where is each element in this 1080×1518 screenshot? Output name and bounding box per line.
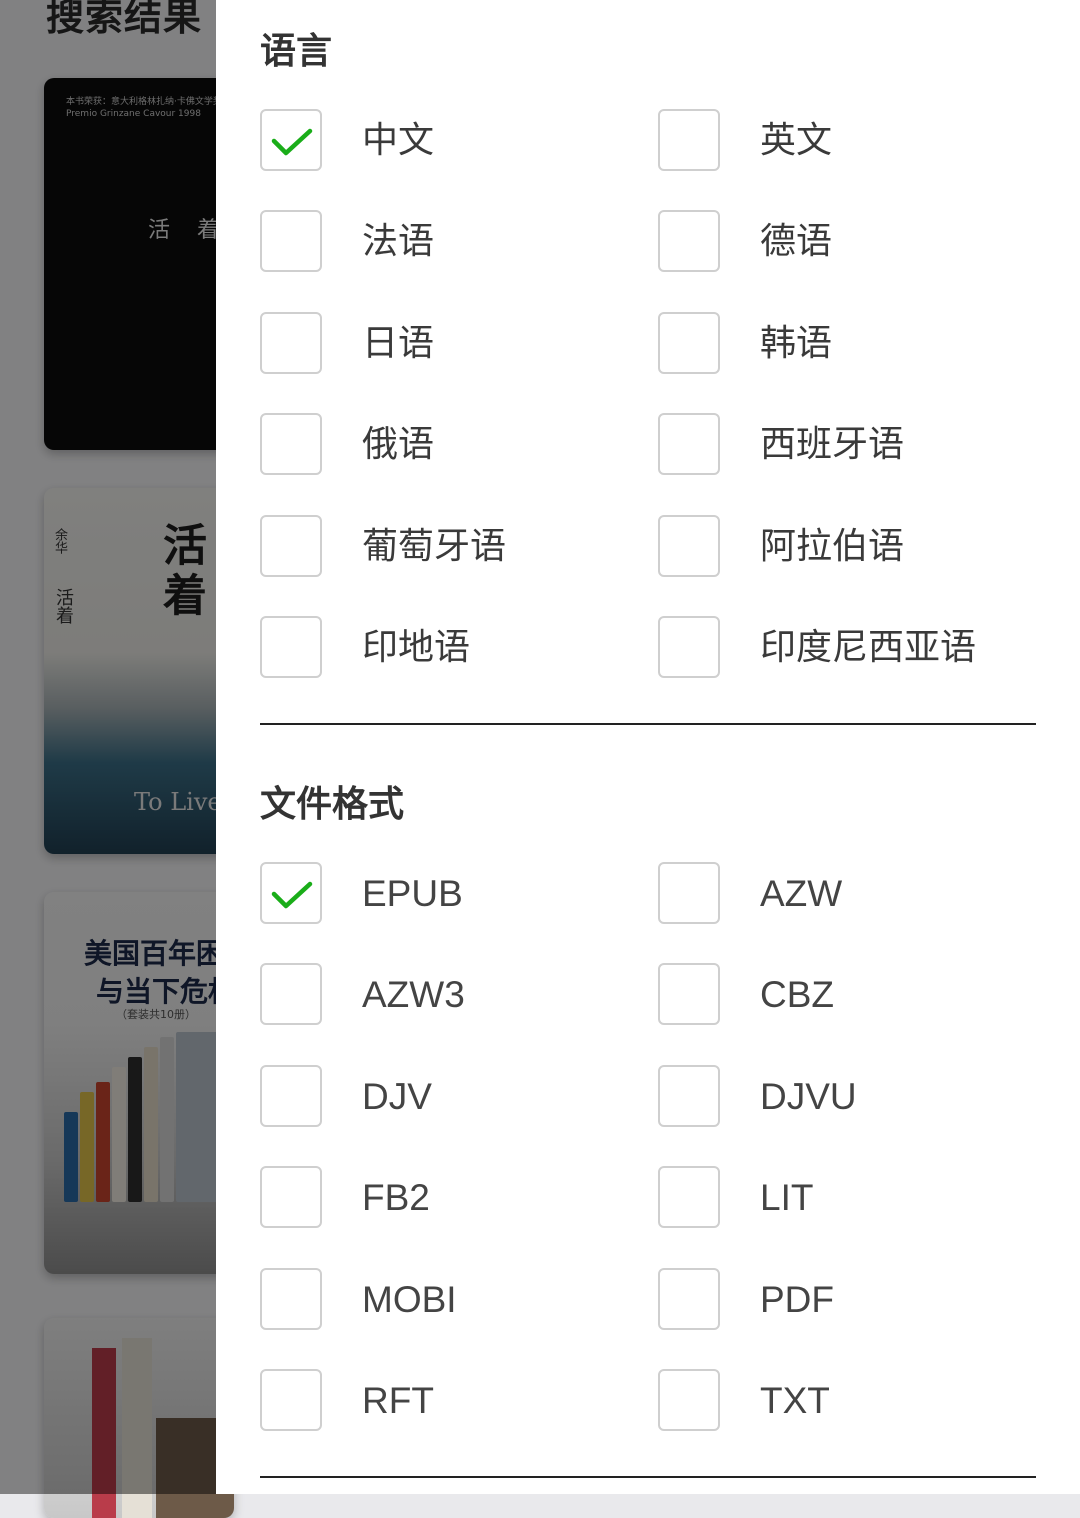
option-label: MOBI xyxy=(362,1279,457,1320)
checkbox[interactable] xyxy=(260,1065,322,1127)
checkbox[interactable] xyxy=(260,963,322,1025)
option-label: EPUB xyxy=(362,873,463,914)
checkbox[interactable] xyxy=(260,109,322,171)
filter-drawer: 语言 中文 英文法语 德语日语 韩语俄语 西班牙语葡萄牙语 阿拉伯语印地语 印度尼西亚语 文… xyxy=(216,0,1080,1494)
option-label: AZW3 xyxy=(362,974,465,1015)
language-section-title: 语言 xyxy=(260,31,333,72)
checkbox[interactable] xyxy=(260,616,322,678)
format-option[interactable]: LIT xyxy=(658,1166,1038,1232)
language-option[interactable]: 西班牙语 xyxy=(658,413,1038,479)
language-option[interactable]: 阿拉伯语 xyxy=(658,515,1038,581)
option-label: FB2 xyxy=(362,1177,430,1218)
section-divider xyxy=(260,1476,1036,1478)
checkbox[interactable] xyxy=(658,312,720,374)
language-option[interactable]: 英文 xyxy=(658,109,1038,175)
checkmark-icon xyxy=(271,128,313,156)
checkbox[interactable] xyxy=(260,1369,322,1431)
checkbox[interactable] xyxy=(658,210,720,272)
checkbox[interactable] xyxy=(260,312,322,374)
checkbox[interactable] xyxy=(658,413,720,475)
language-option[interactable]: 日语 xyxy=(260,312,640,378)
format-option[interactable]: AZW xyxy=(658,862,1038,928)
language-option[interactable]: 韩语 xyxy=(658,312,1038,378)
option-label: 韩语 xyxy=(760,323,833,364)
option-label: 俄语 xyxy=(362,424,435,465)
language-option[interactable]: 法语 xyxy=(260,210,640,276)
format-option[interactable]: AZW3 xyxy=(260,963,640,1029)
checkbox[interactable] xyxy=(260,862,322,924)
language-option[interactable]: 印地语 xyxy=(260,616,640,682)
language-option[interactable]: 印度尼西亚语 xyxy=(658,616,1038,682)
checkbox[interactable] xyxy=(260,210,322,272)
format-option[interactable]: MOBI xyxy=(260,1268,640,1334)
option-label: 中文 xyxy=(362,120,435,161)
checkmark-icon xyxy=(271,881,313,909)
option-label: 印地语 xyxy=(362,627,471,668)
format-option[interactable]: TXT xyxy=(658,1369,1038,1435)
option-label: 法语 xyxy=(362,221,435,262)
checkbox[interactable] xyxy=(658,963,720,1025)
option-label: 英文 xyxy=(760,120,833,161)
option-label: DJVU xyxy=(760,1076,857,1117)
language-option[interactable]: 德语 xyxy=(658,210,1038,276)
checkbox[interactable] xyxy=(658,1369,720,1431)
option-label: DJV xyxy=(362,1076,432,1117)
format-option[interactable]: PDF xyxy=(658,1268,1038,1334)
checkbox[interactable] xyxy=(260,1166,322,1228)
language-option[interactable]: 葡萄牙语 xyxy=(260,515,640,581)
checkbox[interactable] xyxy=(260,1268,322,1330)
format-option[interactable]: RFT xyxy=(260,1369,640,1435)
option-label: 西班牙语 xyxy=(760,424,905,465)
checkbox[interactable] xyxy=(658,1065,720,1127)
checkbox[interactable] xyxy=(658,616,720,678)
option-label: 葡萄牙语 xyxy=(362,526,507,567)
option-label: CBZ xyxy=(760,974,834,1015)
checkbox[interactable] xyxy=(658,515,720,577)
checkbox[interactable] xyxy=(260,413,322,475)
option-label: 日语 xyxy=(362,323,435,364)
format-option[interactable]: CBZ xyxy=(658,963,1038,1029)
section-divider xyxy=(260,723,1036,725)
option-label: 阿拉伯语 xyxy=(760,526,905,567)
option-label: 德语 xyxy=(760,221,833,262)
file-format-section-title: 文件格式 xyxy=(260,784,405,825)
option-label: PDF xyxy=(760,1279,834,1320)
option-label: 印度尼西亚语 xyxy=(760,627,977,668)
format-option[interactable]: EPUB xyxy=(260,862,640,928)
checkbox[interactable] xyxy=(658,1166,720,1228)
option-label: LIT xyxy=(760,1177,814,1218)
format-option[interactable]: DJVU xyxy=(658,1065,1038,1131)
option-label: TXT xyxy=(760,1380,830,1421)
checkbox[interactable] xyxy=(658,109,720,171)
language-option[interactable]: 俄语 xyxy=(260,413,640,479)
checkbox[interactable] xyxy=(260,515,322,577)
checkbox[interactable] xyxy=(658,862,720,924)
format-option[interactable]: FB2 xyxy=(260,1166,640,1232)
option-label: AZW xyxy=(760,873,843,914)
language-option[interactable]: 中文 xyxy=(260,109,640,175)
checkbox[interactable] xyxy=(658,1268,720,1330)
option-label: RFT xyxy=(362,1380,434,1421)
format-option[interactable]: DJV xyxy=(260,1065,640,1131)
